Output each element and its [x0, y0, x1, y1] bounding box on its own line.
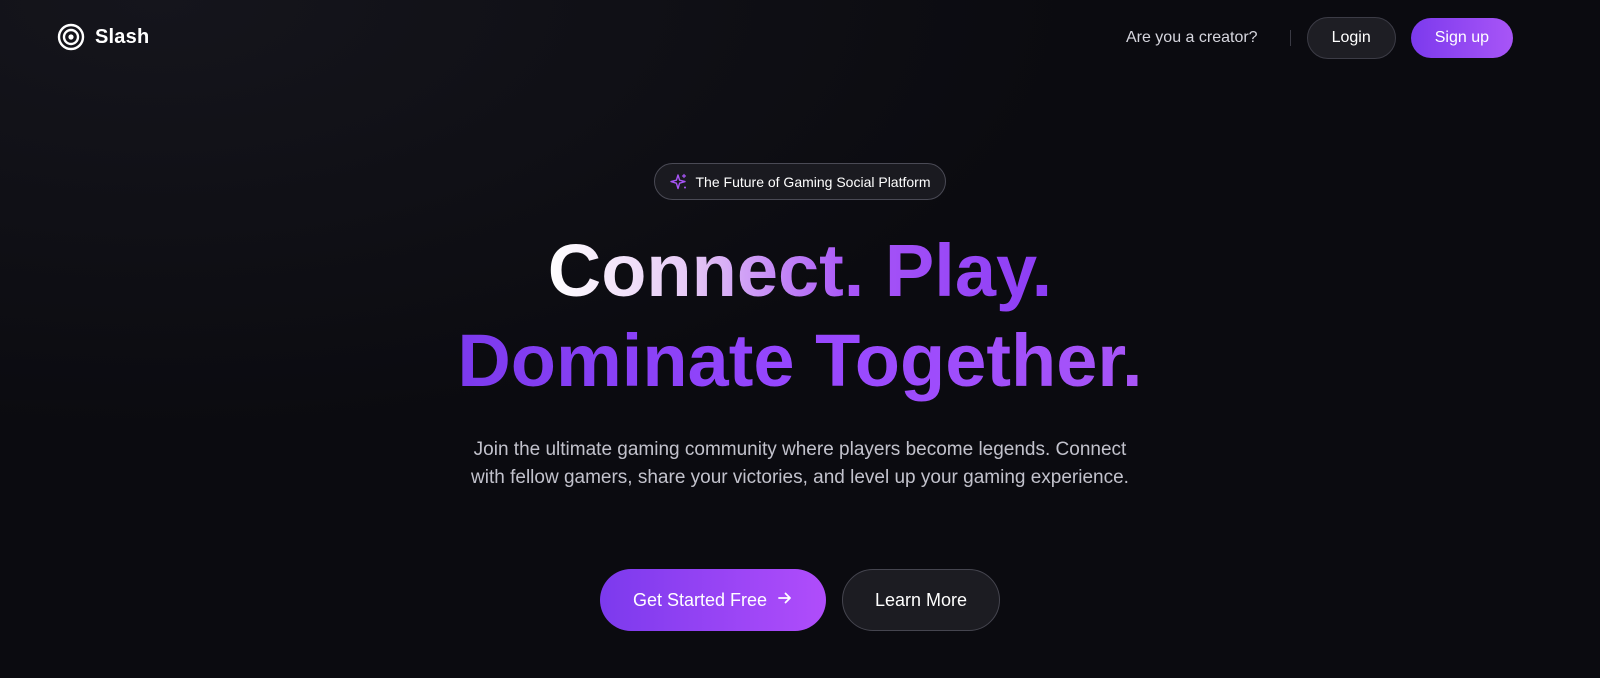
cta-group: Get Started Free Learn More — [0, 569, 1600, 631]
logo-text: Slash — [95, 25, 150, 48]
badge-text: The Future of Gaming Social Platform — [695, 173, 931, 190]
headline-line-2: Dominate Together. — [457, 316, 1142, 406]
sparkle-icon — [669, 173, 688, 191]
hero-headline: Connect. Play. Dominate Together. — [0, 226, 1600, 406]
login-button[interactable]: Login — [1306, 17, 1396, 59]
nav-divider — [1289, 30, 1291, 46]
signup-button[interactable]: Sign up — [1410, 18, 1513, 58]
logo[interactable]: Slash — [57, 23, 149, 51]
navbar: Slash Are you a creator? Login Sign up — [0, 0, 1600, 76]
hero-badge: The Future of Gaming Social Platform — [654, 163, 946, 200]
learn-more-button[interactable]: Learn More — [842, 569, 1000, 631]
get-started-label: Get Started Free — [632, 589, 768, 610]
hero-subtext: Join the ultimate gaming community where… — [471, 439, 1129, 488]
target-icon — [57, 23, 85, 51]
nav-actions: Are you a creator? Login Sign up — [1126, 17, 1513, 59]
headline-line-1: Connect. Play. — [548, 226, 1052, 316]
landing-page: Slash Are you a creator? Login Sign up T… — [0, 0, 1600, 678]
creator-link[interactable]: Are you a creator? — [1126, 29, 1258, 47]
get-started-button[interactable]: Get Started Free — [600, 569, 826, 631]
arrow-right-icon — [777, 590, 793, 611]
